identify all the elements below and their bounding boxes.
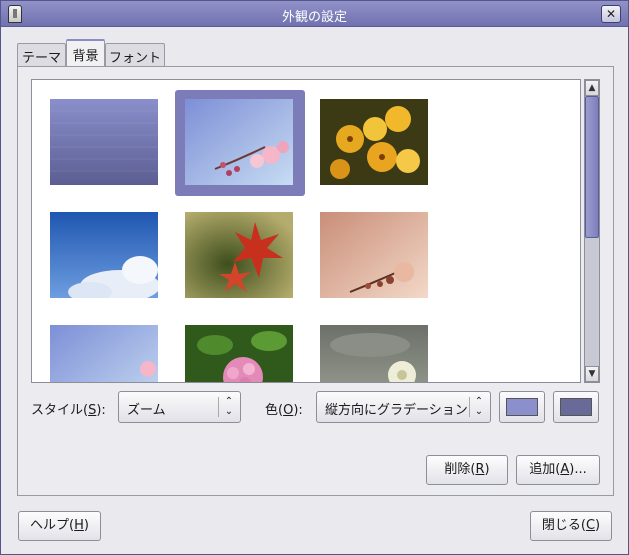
style-value: ズーム bbox=[127, 403, 166, 418]
wallpaper-cherry-blossom-sky-icon bbox=[50, 325, 158, 382]
add-button[interactable]: 追加(A)... bbox=[516, 455, 600, 485]
color-shading-value: 縦方向にグラデーション bbox=[325, 403, 468, 418]
primary-color-button[interactable] bbox=[499, 391, 545, 423]
wallpaper-gallery[interactable] bbox=[31, 79, 581, 383]
updown-chevron-icon: ⌃ ⌄ bbox=[224, 396, 234, 417]
wallpaper-blue-sky-clouds-icon bbox=[50, 212, 160, 302]
remove-button[interactable]: 削除(R) bbox=[426, 455, 508, 485]
wallpaper-thumb-white-flower[interactable] bbox=[320, 325, 428, 382]
tab-background[interactable]: 背景 bbox=[66, 39, 105, 67]
color-label: 色(O): bbox=[265, 403, 303, 418]
secondary-color-swatch bbox=[560, 398, 592, 416]
style-combobox[interactable]: ズーム ⌃ ⌄ bbox=[118, 391, 241, 423]
wallpaper-yellow-pansies-icon bbox=[320, 99, 428, 185]
help-button[interactable]: ヘルプ(H) bbox=[18, 511, 101, 541]
primary-color-swatch bbox=[506, 398, 538, 416]
wallpaper-thumb-plum[interactable] bbox=[320, 212, 428, 298]
scroll-down-icon[interactable]: ▼ bbox=[585, 366, 599, 382]
wallpaper-red-maple-leaves-icon bbox=[185, 212, 293, 298]
updown-chevron-icon: ⌃ ⌄ bbox=[474, 396, 484, 417]
close-button[interactable]: 閉じる(C) bbox=[530, 511, 612, 541]
style-label: スタイル(S): bbox=[31, 403, 106, 418]
wallpaper-thumb-blossom-sky[interactable] bbox=[50, 325, 158, 382]
wallpaper-blue-gradient-icon bbox=[50, 99, 158, 185]
appearance-preferences-window: 外観の設定 ✕ テーマ 背景 フォント ▲ ▼ スタイル(S): ズーム ⌃ ⌄… bbox=[0, 0, 629, 555]
gallery-scrollbar[interactable]: ▲ ▼ bbox=[584, 79, 600, 383]
close-window-icon[interactable]: ✕ bbox=[601, 5, 621, 23]
scroll-up-icon[interactable]: ▲ bbox=[585, 80, 599, 96]
wallpaper-white-flower-gray-icon bbox=[320, 325, 428, 382]
wallpaper-thumb-hydrangea[interactable] bbox=[185, 325, 293, 382]
tab-font[interactable]: フォント bbox=[105, 43, 165, 67]
wallpaper-thumb-yellow-pansies[interactable] bbox=[320, 99, 428, 185]
wallpaper-thumb-cherry-blossom-selected[interactable] bbox=[185, 99, 293, 185]
wallpaper-thumb-blue-gradient[interactable] bbox=[50, 99, 158, 185]
wallpaper-thumb-maple[interactable] bbox=[185, 212, 293, 298]
wallpaper-thumb-blue-sky[interactable] bbox=[50, 212, 160, 302]
window-title: 外観の設定 bbox=[281, 10, 347, 25]
wallpaper-cherry-blossom-blue-icon bbox=[185, 99, 293, 185]
combo-separator bbox=[469, 397, 470, 417]
tab-theme[interactable]: テーマ bbox=[17, 43, 66, 67]
wallpaper-pink-hydrangea-icon bbox=[185, 325, 293, 382]
scroll-thumb[interactable] bbox=[585, 96, 599, 238]
wallpaper-plum-blossom-peach-icon bbox=[320, 212, 428, 298]
titlebar[interactable]: 外観の設定 ✕ bbox=[1, 1, 628, 27]
color-shading-combobox[interactable]: 縦方向にグラデーション ⌃ ⌄ bbox=[316, 391, 491, 423]
secondary-color-button[interactable] bbox=[553, 391, 599, 423]
combo-separator bbox=[218, 397, 219, 417]
